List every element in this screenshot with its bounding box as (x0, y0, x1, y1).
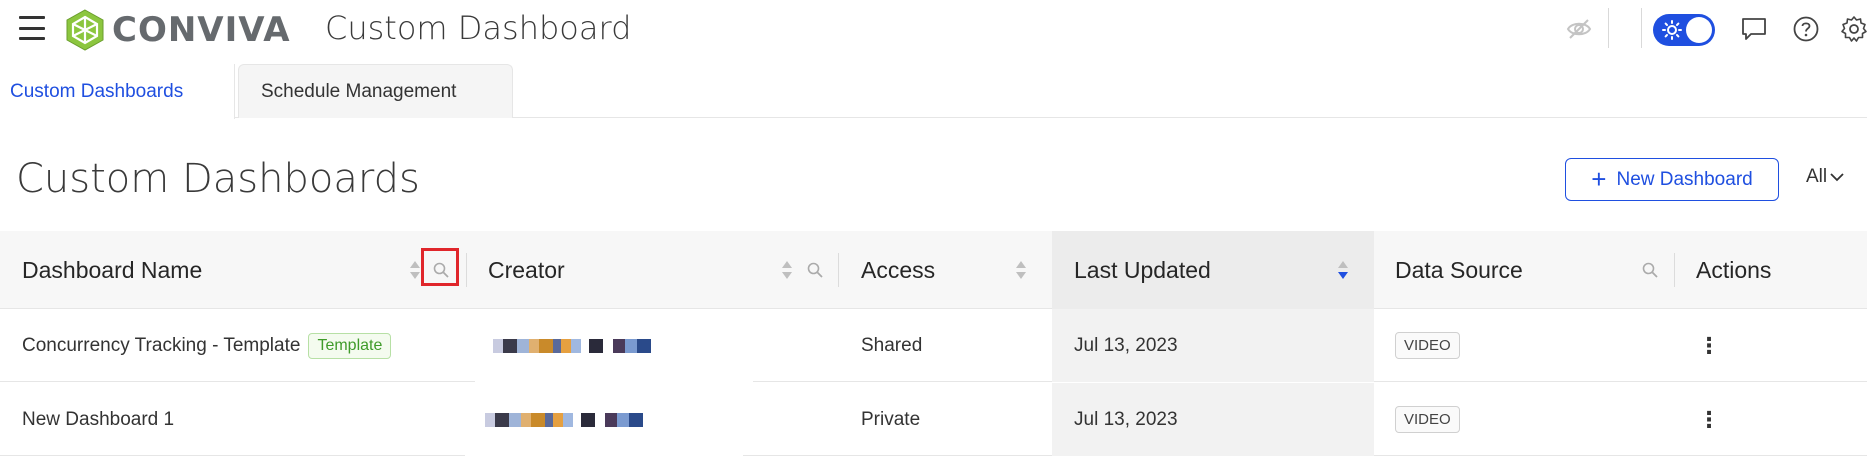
tab-custom-dashboards[interactable]: Custom Dashboards (0, 64, 235, 119)
access-cell: Shared (861, 334, 923, 356)
sort-icon[interactable] (781, 259, 793, 281)
tab-schedule-management[interactable]: Schedule Management (238, 64, 513, 118)
table-row[interactable]: New Dashboard 1 Private Jul 13, 2023 VID… (0, 383, 1867, 456)
chat-icon[interactable] (1740, 15, 1768, 43)
last-updated-cell: Jul 13, 2023 (1052, 309, 1374, 382)
template-badge: Template (308, 332, 392, 359)
sort-desc-icon[interactable] (1337, 259, 1349, 281)
tab-bar: Custom Dashboards Schedule Management (0, 64, 1867, 119)
more-actions-icon[interactable]: ⋮ (1698, 309, 1720, 382)
sort-icon[interactable] (409, 259, 421, 281)
divider (1641, 8, 1642, 48)
column-header-creator[interactable]: Creator (488, 231, 565, 309)
page-title: Custom Dashboards (16, 156, 420, 202)
new-dashboard-label: New Dashboard (1616, 168, 1753, 190)
toggle-knob (1686, 17, 1712, 43)
column-divider (1674, 253, 1675, 287)
conviva-logo-icon (66, 9, 104, 51)
last-updated-cell: Jul 13, 2023 (1052, 383, 1374, 456)
chevron-down-icon (1830, 173, 1844, 182)
column-header-dashboard-name[interactable]: Dashboard Name (22, 231, 202, 309)
eye-off-icon[interactable] (1566, 16, 1592, 42)
gear-icon[interactable] (1840, 15, 1867, 43)
creator-redacted (493, 338, 651, 353)
menu-icon[interactable] (18, 14, 46, 42)
logo-text: CONVIVA (112, 10, 291, 50)
column-header-last-updated[interactable]: Last Updated (1052, 231, 1374, 309)
new-dashboard-button[interactable]: + New Dashboard (1565, 158, 1779, 201)
sort-icon[interactable] (1015, 259, 1027, 281)
data-source-badge: VIDEO (1395, 332, 1460, 359)
divider (1608, 8, 1609, 48)
column-divider (838, 253, 839, 287)
search-icon[interactable] (806, 261, 824, 279)
dashboard-name-link[interactable]: New Dashboard 1 (22, 409, 174, 431)
all-filter-label: All (1806, 166, 1828, 187)
app-title: Custom Dashboard (325, 9, 632, 47)
data-source-cell: VIDEO (1395, 383, 1460, 456)
data-source-badge: VIDEO (1395, 406, 1460, 433)
theme-toggle[interactable] (1653, 14, 1715, 46)
data-source-cell: VIDEO (1395, 309, 1460, 382)
search-icon[interactable] (1641, 261, 1659, 279)
plus-icon: + (1591, 163, 1607, 194)
dashboard-name-cell: Concurrency Tracking - Template Template (22, 309, 392, 382)
column-divider (466, 253, 467, 287)
dashboard-name-cell: New Dashboard 1 (22, 383, 174, 456)
column-header-actions: Actions (1696, 256, 1772, 283)
creator-cell (475, 309, 753, 382)
column-header-data-source[interactable]: Data Source (1395, 231, 1523, 309)
help-icon[interactable] (1792, 15, 1820, 43)
dashboard-name-link[interactable]: Concurrency Tracking - Template (22, 335, 300, 357)
column-header-access[interactable]: Access (861, 231, 935, 309)
conviva-logo[interactable]: CONVIVA (64, 8, 291, 52)
sun-icon (1662, 20, 1682, 40)
creator-redacted (485, 412, 643, 427)
top-bar: CONVIVA Custom Dashboard (0, 0, 1867, 60)
creator-cell (465, 383, 743, 456)
more-actions-icon[interactable]: ⋮ (1698, 383, 1720, 456)
table-header: Dashboard Name Creator Access Last Updat… (0, 231, 1867, 309)
access-cell: Private (861, 408, 921, 430)
table-row[interactable]: Concurrency Tracking - Template Template… (0, 309, 1867, 382)
all-filter-dropdown[interactable]: All (1806, 166, 1845, 188)
search-highlight-box (421, 248, 459, 286)
